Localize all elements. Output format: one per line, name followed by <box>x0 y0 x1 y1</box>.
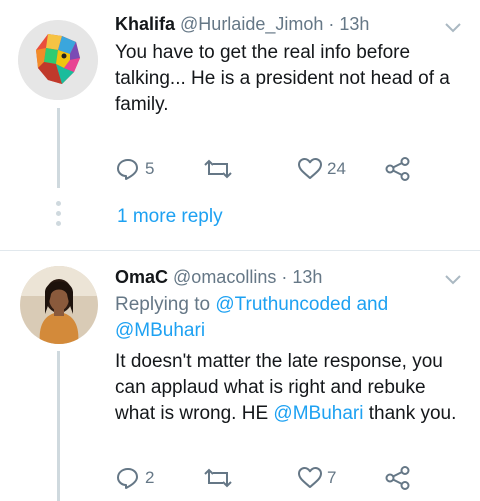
mention-link[interactable]: @Truthuncoded <box>215 294 351 315</box>
like-button[interactable]: 24 <box>297 157 346 181</box>
timestamp[interactable]: 13h <box>339 14 369 34</box>
tweet-omac[interactable]: OmaC @omacollins · 13h Replying to @Trut… <box>0 251 480 501</box>
share-icon <box>385 157 410 181</box>
retweet-icon <box>204 159 232 179</box>
lion-avatar-icon <box>18 20 98 100</box>
avatar[interactable] <box>20 266 98 344</box>
more-replies-link[interactable]: 1 more reply <box>117 206 223 228</box>
user-handle[interactable]: @Hurlaide_Jimoh <box>180 14 323 34</box>
share-icon <box>385 466 410 490</box>
display-name[interactable]: OmaC <box>115 267 168 287</box>
replying-and: and <box>356 294 389 315</box>
timestamp[interactable]: 13h <box>292 267 322 287</box>
tweet-text-line: You have to get the real info before <box>115 42 411 63</box>
reply-button[interactable]: 5 <box>115 157 154 181</box>
thread-line <box>57 351 60 501</box>
like-count: 24 <box>327 159 346 178</box>
reply-icon <box>117 159 138 180</box>
tweet-text-part: thank you. <box>368 403 457 424</box>
chevron-down-icon[interactable] <box>444 274 462 286</box>
separator-dot: · <box>328 14 335 34</box>
woman-photo-avatar-icon <box>20 266 98 344</box>
avatar[interactable] <box>18 20 98 100</box>
tweet-actions: 2 7 <box>115 466 425 490</box>
user-handle[interactable]: @omacollins <box>173 267 276 287</box>
tweet-khalifa[interactable]: Khalifa @Hurlaide_Jimoh · 13h You have t… <box>0 0 480 250</box>
heart-icon <box>298 467 322 488</box>
share-button[interactable] <box>385 157 411 181</box>
thread-line <box>57 108 60 188</box>
tweet-actions: 5 24 <box>115 157 425 181</box>
retweet-button[interactable] <box>203 157 233 181</box>
chevron-down-icon[interactable] <box>444 22 462 34</box>
tweet-text-line: talking... He is a president not head of… <box>115 68 450 89</box>
mention-link[interactable]: @MBuhari <box>115 320 205 341</box>
display-name[interactable]: Khalifa <box>115 14 175 34</box>
reply-button[interactable]: 2 <box>115 466 154 490</box>
tweet-header: Khalifa @Hurlaide_Jimoh · 13h <box>115 14 369 35</box>
tweet-text: You have to get the real info before tal… <box>115 40 465 118</box>
like-button[interactable]: 7 <box>297 466 336 490</box>
reply-count: 2 <box>145 468 155 487</box>
retweet-button[interactable] <box>203 466 233 490</box>
heart-icon <box>298 158 322 179</box>
separator-dot: · <box>281 267 288 287</box>
replying-to-prefix: Replying to <box>115 294 211 315</box>
mention-link[interactable]: @MBuhari <box>273 403 363 424</box>
like-count: 7 <box>327 468 337 487</box>
reply-count: 5 <box>145 159 155 178</box>
share-button[interactable] <box>385 466 411 490</box>
retweet-icon <box>204 468 232 488</box>
tweet-text: It doesn't matter the late response, you… <box>115 349 460 427</box>
tweet-text-line: family. <box>115 94 169 115</box>
tweet-header: OmaC @omacollins · 13h <box>115 267 322 288</box>
reply-icon <box>117 468 138 489</box>
more-replies-dots-icon <box>56 201 62 231</box>
replying-to: Replying to @Truthuncoded and @MBuhari <box>115 292 465 344</box>
